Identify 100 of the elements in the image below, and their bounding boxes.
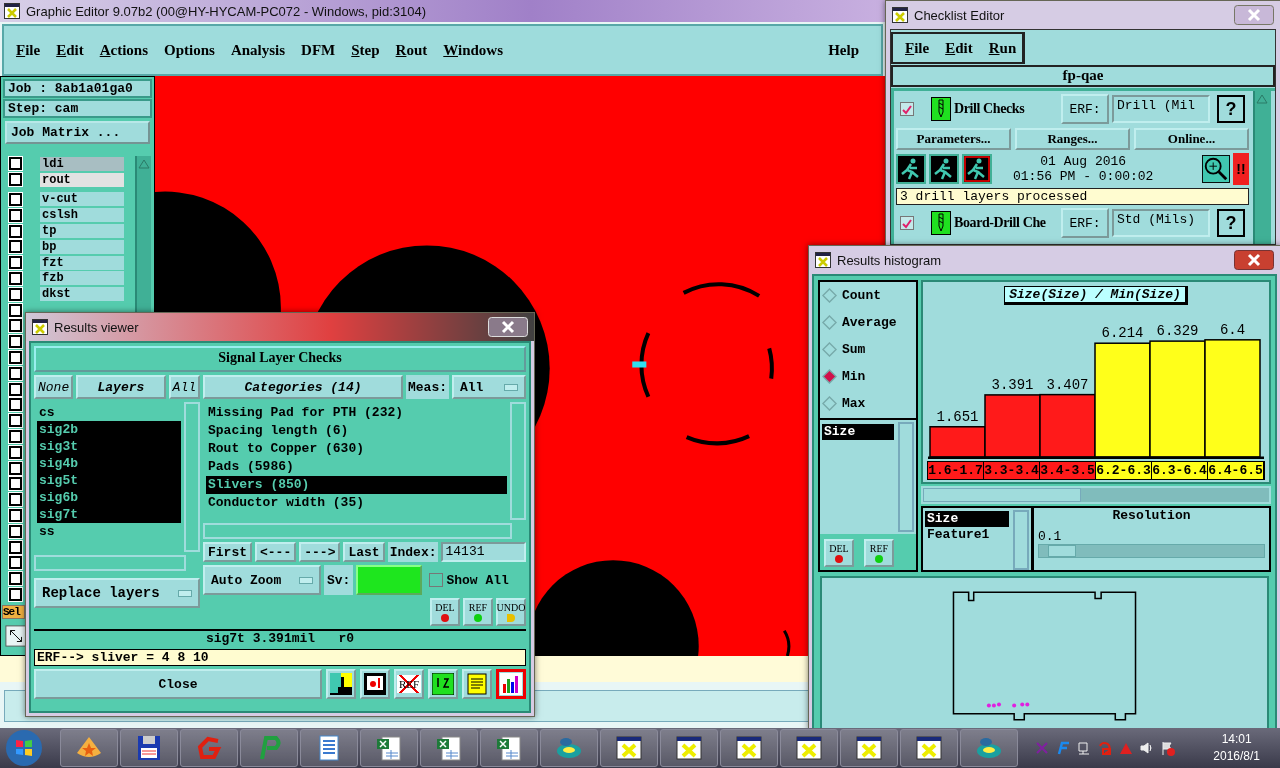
erf-field[interactable]: Drill (Mil — [1112, 95, 1210, 123]
report-button[interactable] — [462, 669, 492, 699]
histogram-button[interactable] — [496, 669, 526, 699]
categories-button[interactable]: Categories (14) — [203, 375, 403, 399]
checkbox[interactable] — [9, 524, 22, 538]
close-button[interactable]: Close — [34, 669, 322, 699]
menu-item[interactable]: File — [16, 41, 41, 59]
network-icon[interactable] — [1076, 740, 1092, 756]
checkbox[interactable] — [9, 256, 22, 270]
layer-item[interactable]: tp — [40, 224, 124, 239]
nav-button[interactable]: ---> — [299, 542, 341, 562]
nav-button[interactable]: <--- — [255, 542, 297, 562]
job-matrix-button[interactable]: Job Matrix ... — [5, 121, 150, 144]
checkbox[interactable] — [9, 193, 22, 206]
icon-button[interactable]: DEL — [824, 539, 854, 567]
runner-icon[interactable] — [962, 154, 992, 184]
checkbox[interactable] — [9, 461, 22, 475]
erf-button[interactable]: ERF: — [1061, 94, 1109, 124]
runner-icon[interactable] — [929, 154, 959, 184]
none-button[interactable]: None — [34, 375, 74, 399]
window-icon[interactable] — [840, 729, 898, 767]
spreadsheet-icon[interactable] — [480, 729, 538, 767]
list-item[interactable]: sig5t — [37, 472, 181, 489]
zoom-dropdown[interactable]: Auto Zoom — [203, 565, 321, 595]
checkbox[interactable] — [429, 573, 444, 587]
list-item[interactable]: Feature1 — [925, 527, 1009, 543]
erf-button[interactable]: ERF: — [1061, 208, 1109, 238]
numbers-button[interactable] — [428, 669, 458, 699]
floppy-icon[interactable] — [120, 729, 178, 767]
list-item[interactable]: cs — [37, 404, 181, 421]
resize-icon[interactable] — [5, 625, 27, 647]
window-icon[interactable] — [780, 729, 838, 767]
list-item[interactable]: Pads (5986) — [206, 458, 507, 476]
action-button[interactable]: Online... — [1134, 128, 1249, 150]
checkbox[interactable] — [9, 477, 22, 491]
layers-dropdown[interactable]: Replace layers — [34, 578, 200, 608]
checkbox[interactable] — [9, 493, 22, 507]
layer-item[interactable]: rout — [40, 172, 124, 187]
list-item[interactable]: Spacing length (6) — [206, 422, 507, 440]
list-item[interactable]: Slivers (850) — [206, 476, 507, 494]
checkbox[interactable] — [9, 173, 22, 187]
icon-button[interactable]: REF — [864, 539, 894, 567]
start-button[interactable] — [4, 728, 44, 768]
checkbox[interactable] — [9, 335, 22, 349]
layer-item[interactable]: bp — [40, 239, 124, 254]
icon-button[interactable]: DEL — [430, 598, 460, 626]
split-button[interactable] — [326, 669, 356, 699]
list-item[interactable]: ss — [37, 523, 181, 540]
runner-icon[interactable] — [896, 154, 926, 184]
window-icon[interactable] — [900, 729, 958, 767]
menu-item[interactable]: Edit — [56, 41, 84, 59]
checkbox[interactable] — [9, 556, 22, 570]
menu-item[interactable]: DFM — [301, 41, 336, 59]
list-item[interactable]: sig2b — [37, 421, 181, 438]
checkbox[interactable] — [9, 303, 22, 317]
close-icon[interactable] — [1234, 5, 1274, 25]
checkbox[interactable] — [9, 287, 22, 301]
marker-button[interactable] — [360, 669, 390, 699]
checkbox[interactable] — [9, 240, 22, 254]
list-item[interactable]: sig6b — [37, 489, 181, 506]
scrollbar[interactable] — [898, 422, 914, 532]
shell-icon[interactable] — [60, 729, 118, 767]
nav-button[interactable]: First — [203, 542, 252, 562]
checkbox[interactable] — [9, 271, 22, 285]
icon-button[interactable]: UNDO — [496, 598, 526, 626]
close-icon[interactable] — [1234, 250, 1274, 270]
radio-button[interactable] — [822, 287, 837, 303]
menu-item[interactable]: Rout — [395, 41, 428, 59]
list-item[interactable]: Size — [822, 424, 894, 440]
help-button[interactable]: ? — [1217, 209, 1245, 237]
checkbox[interactable] — [9, 382, 22, 396]
checkbox[interactable] — [9, 414, 22, 428]
menu-item[interactable]: File — [905, 39, 930, 57]
list-item[interactable]: Missing Pad for PTH (232) — [206, 404, 507, 422]
slider-thumb[interactable] — [1048, 545, 1076, 557]
list-item[interactable]: Rout to Copper (630) — [206, 440, 507, 458]
nav-button[interactable]: Last — [343, 542, 385, 562]
action-button[interactable]: Ranges... — [1015, 128, 1130, 150]
checkbox[interactable] — [900, 216, 914, 230]
list-item[interactable]: Size — [925, 511, 1009, 527]
meas-dropdown[interactable]: All — [452, 375, 526, 399]
radio-button[interactable] — [822, 368, 837, 384]
scrollbar[interactable] — [1253, 91, 1271, 244]
layers-button[interactable]: Layers — [76, 375, 166, 399]
f-logo-icon[interactable] — [1055, 740, 1071, 756]
list-item[interactable]: sig4b — [37, 455, 181, 472]
checkbox[interactable] — [9, 445, 22, 459]
checkbox[interactable] — [9, 319, 22, 333]
action-button[interactable]: Parameters... — [896, 128, 1011, 150]
radio-button[interactable] — [822, 341, 837, 357]
checkbox[interactable] — [9, 398, 22, 412]
all-button[interactable]: All — [168, 375, 200, 399]
checkbox[interactable] — [9, 157, 22, 171]
checkbox[interactable] — [9, 508, 22, 522]
checkbox[interactable] — [900, 102, 914, 116]
menu-item[interactable]: Help — [828, 41, 859, 59]
layer-item[interactable]: v-cut — [40, 192, 124, 207]
window-icon[interactable] — [660, 729, 718, 767]
select-button[interactable]: Sel — [2, 605, 25, 619]
checkbox[interactable] — [9, 366, 22, 380]
